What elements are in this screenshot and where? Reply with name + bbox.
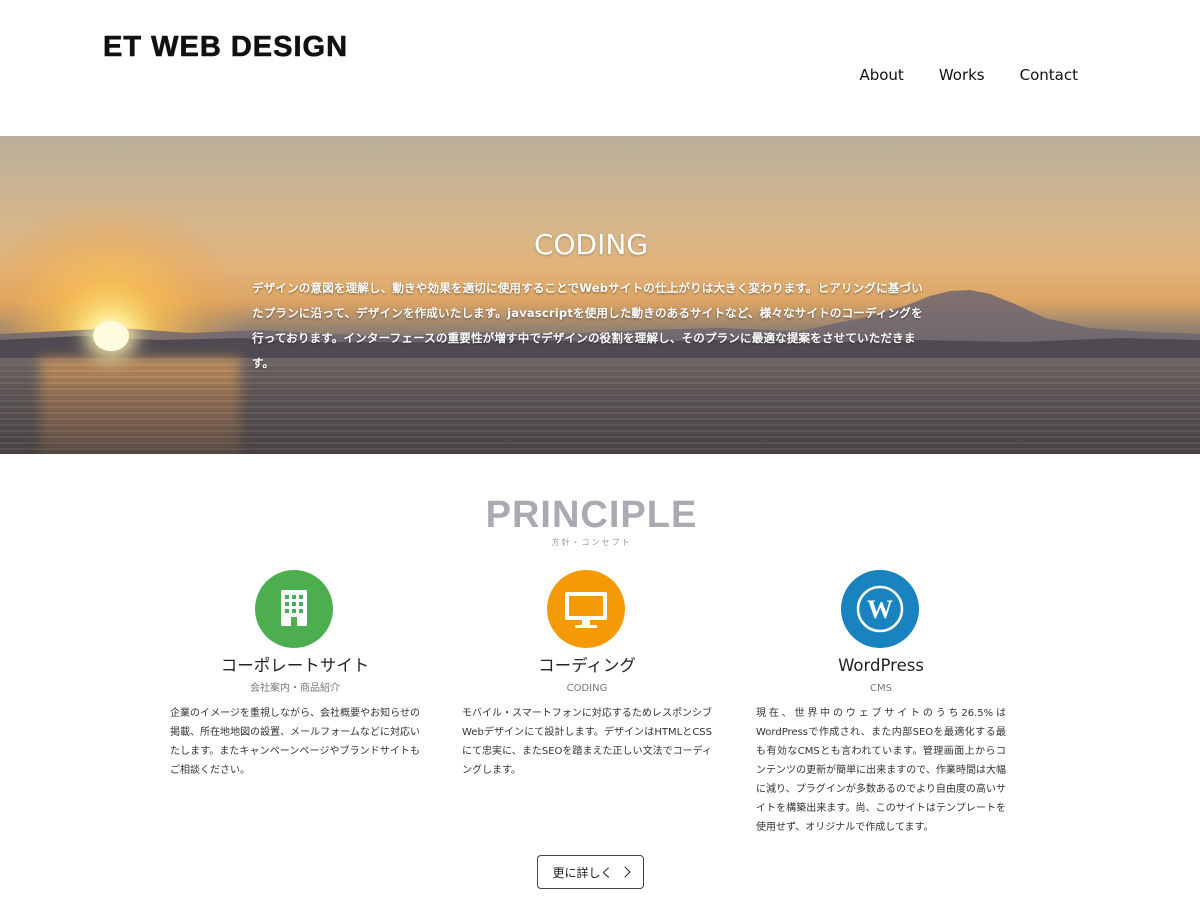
hero-title: CODING — [533, 228, 649, 261]
more-details-button[interactable]: 更に詳しく — [537, 855, 644, 889]
monitor-icon — [547, 570, 625, 648]
site-logo[interactable]: ET WEB DESIGN — [103, 30, 348, 64]
sea-waves — [0, 364, 1200, 454]
building-icon — [255, 570, 333, 648]
card-title: コーポレートサイト — [220, 656, 370, 675]
principle-subheading: 方針・コンセプト — [551, 538, 632, 547]
hero-banner: CODING デザインの意図を理解し、動きや効果を適切に使用することでWebサイ… — [0, 136, 1200, 454]
more-details-label: 更に詳しく — [552, 865, 613, 880]
principle-heading: PRINCIPLE — [485, 494, 698, 536]
hero-description: デザインの意図を理解し、動きや効果を適切に使用することでWebサイトの仕上がりは… — [252, 281, 923, 370]
card-subtitle: 会社案内・商品紹介 — [250, 683, 340, 694]
card-description: 企業のイメージを重視しながら、会社概要やお知らせの掲載、所在地地図の設置、メール… — [170, 708, 420, 776]
main-nav: About Works Contact — [859, 64, 1078, 86]
chevron-right-icon — [618, 866, 631, 878]
card-description: モバイル・スマートフォンに対応するためレスポンシブWebデザインにて設計します。… — [462, 708, 712, 776]
sun — [93, 321, 129, 351]
wordpress-icon: W — [841, 570, 919, 648]
svg-text:W: W — [867, 595, 893, 624]
card-subtitle: CODING — [566, 683, 608, 694]
card-description: 現在、世界中のウェブサイトのうち26.5%はWordPressで作成され、また内… — [756, 708, 1006, 833]
nav-contact[interactable]: Contact — [1020, 64, 1078, 86]
nav-works[interactable]: Works — [939, 64, 985, 86]
card-title: WordPress — [838, 656, 924, 675]
nav-about[interactable]: About — [859, 64, 903, 86]
card-subtitle: CMS — [870, 683, 892, 694]
site-header: ET WEB DESIGN About Works Contact — [0, 0, 1200, 136]
card-title: コーディング — [538, 656, 636, 675]
